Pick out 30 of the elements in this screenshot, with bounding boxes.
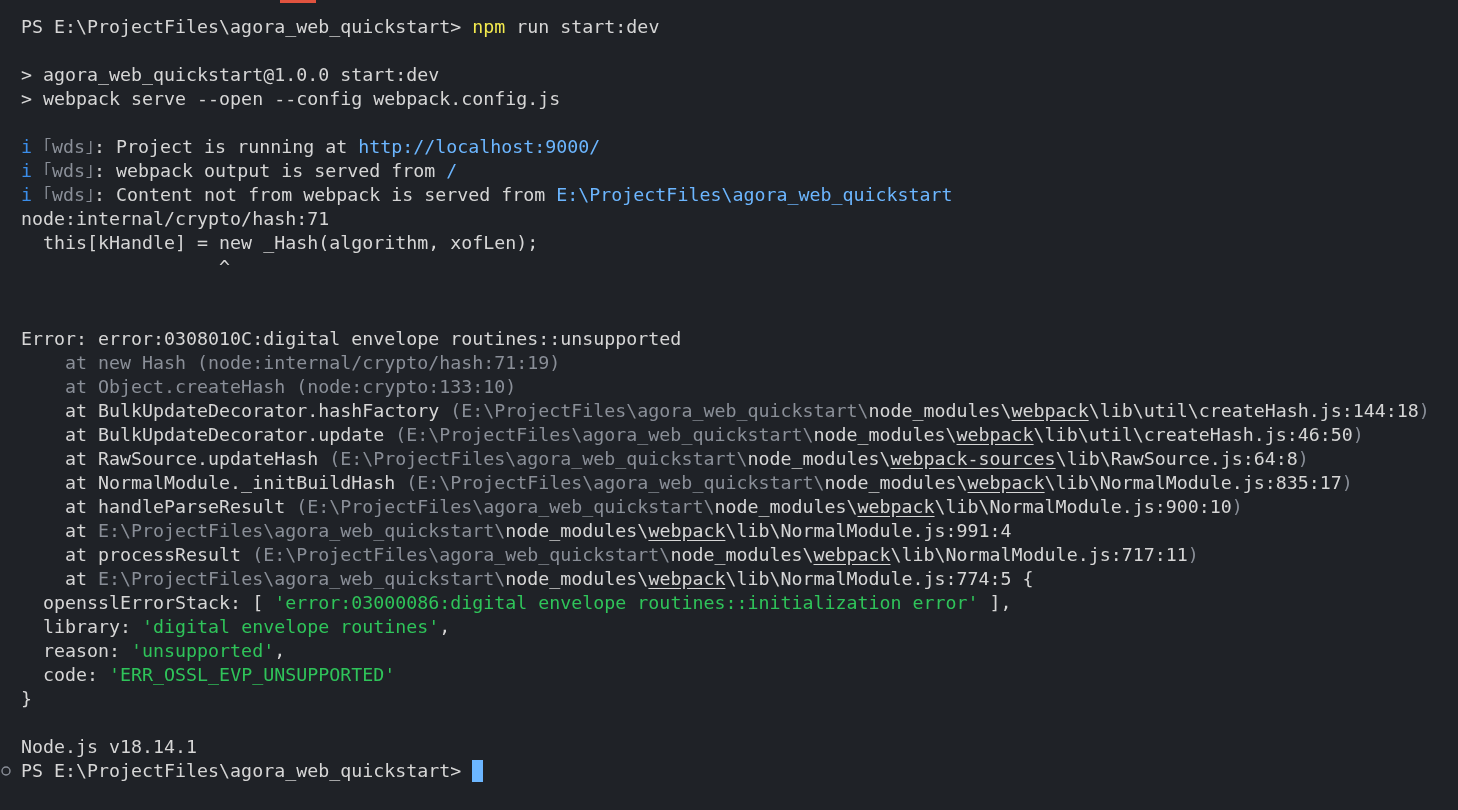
terminal-line: i ｢wds｣: Project is running at http://localhost:9000/ [21, 135, 601, 159]
terminal-line: at Object.createHash (node:crypto:133:10) [64, 375, 517, 399]
terminal-line: code: 'ERR_OSSL_EVP_UNSUPPORTED' [42, 663, 396, 687]
text-cursor [472, 760, 484, 782]
terminal-line: > webpack serve --open --config webpack.config.js [21, 87, 561, 111]
terminal-line: at BulkUpdateDecorator.update (E:\ProjectFiles\agora_web_quickstart\node_modules\webpack\lib\util\createHash.js:46:50) [64, 423, 1364, 447]
terminal-line: } [21, 687, 32, 711]
terminal-line: at new Hash (node:internal/crypto/hash:71:19) [64, 351, 561, 375]
terminal-line: i ｢wds｣: webpack output is served from / [21, 159, 458, 183]
terminal-line: at BulkUpdateDecorator.hashFactory (E:\ProjectFiles\agora_web_quickstart\node_modules\webpack\lib\util\createHash.js:144:18) [64, 399, 1430, 423]
terminal-line: at NormalModule._initBuildHash (E:\ProjectFiles\agora_web_quickstart\node_modules\webpack\lib\NormalModule.js:835:17) [64, 471, 1353, 495]
terminal-line: at processResult (E:\ProjectFiles\agora_web_quickstart\node_modules\webpack\lib\NormalModule.js:717:11) [64, 543, 1199, 567]
terminal-line: reason: 'unsupported', [42, 639, 286, 663]
tab-indicator [280, 0, 316, 3]
terminal-line: ^ [218, 255, 231, 279]
terminal-line: at E:\ProjectFiles\agora_web_quickstart\node_modules\webpack\lib\NormalModule.js:774:5 { [64, 567, 1034, 591]
terminal-line: at handleParseResult (E:\ProjectFiles\agora_web_quickstart\node_modules\webpack\lib\NormalModule.js:900:10) [64, 495, 1243, 519]
terminal-line: library: 'digital envelope routines', [42, 615, 451, 639]
terminal-line: i ｢wds｣: Content not from webpack is served from E:\ProjectFiles\agora_web_quickstart [21, 183, 953, 207]
terminal-line: PS E:\ProjectFiles\agora_web_quickstart> [21, 759, 463, 783]
terminal-line: at E:\ProjectFiles\agora_web_quickstart\node_modules\webpack\lib\NormalModule.js:991:4 [64, 519, 1012, 543]
circle-icon [1, 766, 11, 776]
terminal-line: Error: error:0308010C:digital envelope routines::unsupported [21, 327, 682, 351]
terminal-line: > agora_web_quickstart@1.0.0 start:dev [21, 63, 440, 87]
terminal-line: this[kHandle] = new _Hash(algorithm, xofLen); [42, 231, 539, 255]
terminal-line: PS E:\ProjectFiles\agora_web_quickstart> npm run start:dev [21, 15, 660, 39]
terminal-line: Node.js v18.14.1 [21, 735, 198, 759]
terminal-line: node:internal/crypto/hash:71 [21, 207, 330, 231]
terminal-line: at RawSource.updateHash (E:\ProjectFiles\agora_web_quickstart\node_modules\webpack-sources\lib\RawSource.js:64:8) [64, 447, 1309, 471]
terminal-line: opensslErrorStack: [ 'error:03000086:digital envelope routines::initialization error' ], [42, 591, 1012, 615]
